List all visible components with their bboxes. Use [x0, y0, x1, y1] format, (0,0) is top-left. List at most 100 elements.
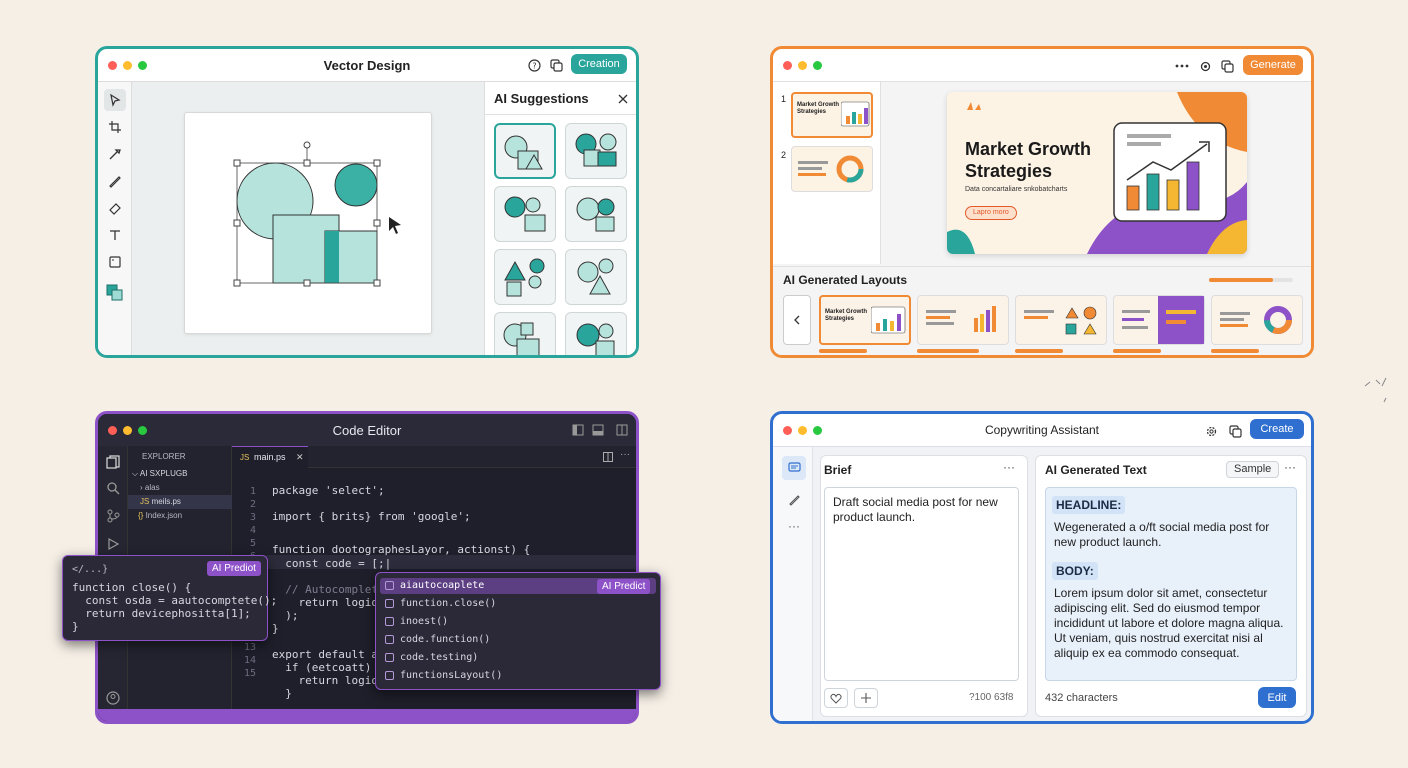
slide-thumbnail[interactable]: Market Growth Strategies — [791, 92, 873, 138]
slides-titlebar: Generate — [773, 49, 1311, 81]
chevron-left-icon[interactable] — [783, 295, 811, 345]
window-title: Code Editor — [332, 422, 402, 438]
ai-predict-badge: AI Predict — [597, 579, 651, 594]
slide-subtitle: Data concartaliare snkobatcharts — [965, 186, 1068, 193]
help-icon[interactable]: ? — [526, 57, 542, 73]
vector-design-window: Vector Design ? Creation AI Suggestions — [95, 46, 639, 358]
copy-sidebar: ··· — [773, 447, 813, 721]
tree-item[interactable]: ⌵ AI SXPLUGB — [132, 469, 187, 479]
edit-button[interactable]: Edit — [1258, 687, 1296, 708]
tree-item[interactable]: JS meils.ps — [140, 497, 181, 506]
suggestion-card[interactable] — [565, 249, 627, 305]
slide-number: 2 — [781, 150, 787, 160]
generated-output[interactable]: HEADLINE: Wegenerated a o/ft social medi… — [1045, 487, 1297, 681]
layout-option[interactable] — [1015, 295, 1107, 345]
tree-item[interactable]: › alas — [140, 483, 160, 492]
windows-icon[interactable] — [1219, 58, 1235, 74]
layout-option[interactable] — [1211, 295, 1303, 345]
search-icon[interactable] — [105, 480, 121, 496]
frame-tool-icon[interactable] — [104, 251, 126, 273]
run-icon[interactable] — [105, 536, 121, 552]
line-number: 3 — [249, 512, 256, 523]
layout-option[interactable] — [917, 295, 1009, 345]
copy-titlebar: Copywriting Assistant Create — [773, 414, 1311, 446]
gear-icon[interactable] — [1203, 423, 1219, 439]
brief-title: Brief — [824, 463, 852, 477]
slide-cta-button[interactable]: Lapro moro — [965, 206, 1017, 220]
suggestion-card[interactable] — [565, 186, 627, 242]
select-tool-icon[interactable] — [104, 89, 126, 111]
more-icon[interactable]: ··· — [1003, 460, 1015, 474]
generate-button[interactable]: Generate — [1243, 55, 1303, 75]
suggestion-card[interactable] — [494, 186, 556, 242]
sparkle-decoration-icon — [1364, 377, 1387, 403]
eyedropper-tool-icon[interactable] — [104, 143, 126, 165]
suggestion-card[interactable] — [494, 249, 556, 305]
code-titlebar: Code Editor — [98, 414, 636, 446]
cube-icon — [385, 617, 394, 626]
cube-icon — [385, 599, 394, 608]
close-icon[interactable]: ✕ — [296, 452, 304, 463]
color-swatch-icon[interactable] — [104, 282, 126, 304]
autocomplete-popup[interactable]: AI Predict aiautocoaplete function.close(… — [375, 572, 661, 690]
split-editor-icon[interactable] — [600, 449, 616, 465]
line-number: 1 — [249, 486, 256, 497]
gear-icon[interactable] — [1197, 58, 1213, 74]
slide-title-line-2: Strategies — [965, 161, 1053, 181]
more-icon[interactable]: ··· — [788, 519, 800, 533]
window-controls[interactable] — [783, 61, 822, 70]
brief-input[interactable]: Draft social media post for new product … — [824, 487, 1019, 681]
cube-icon — [385, 635, 394, 644]
ai-predict-badge: AI Prediot — [207, 561, 261, 576]
artboard[interactable] — [184, 112, 432, 334]
suggestion-card[interactable] — [565, 123, 627, 179]
suggestion-card[interactable] — [494, 312, 556, 355]
slide-thumbnail[interactable] — [791, 146, 873, 192]
vector-workspace: AI Suggestions — [98, 81, 636, 355]
crop-tool-icon[interactable] — [104, 116, 126, 138]
line-number: 2 — [249, 499, 256, 510]
create-button[interactable]: Create — [1250, 419, 1304, 439]
sparkle-icon[interactable] — [854, 688, 878, 708]
slide-number: 1 — [781, 94, 787, 104]
eraser-tool-icon[interactable] — [104, 197, 126, 219]
panel-toggle-icon[interactable] — [590, 422, 606, 438]
windows-icon[interactable] — [548, 57, 564, 73]
ai-suggestions-panel: AI Suggestions — [484, 82, 636, 355]
text-tool-icon[interactable] — [104, 224, 126, 246]
account-icon[interactable] — [105, 690, 121, 706]
vector-titlebar: Vector Design ? Creation — [98, 49, 636, 81]
windows-icon[interactable] — [1227, 423, 1243, 439]
files-icon[interactable] — [105, 454, 121, 470]
tab-main-ps[interactable]: JS main.ps ✕ — [232, 446, 308, 468]
main-slide[interactable]: Market Growth Strategies Data concartali… — [947, 92, 1247, 254]
split-editor-icon[interactable] — [614, 422, 630, 438]
pen-tool-icon[interactable] — [104, 170, 126, 192]
more-icon[interactable]: ··· — [1284, 460, 1296, 474]
generated-title: AI Generated Text — [1045, 463, 1147, 477]
creation-button[interactable]: Creation — [571, 54, 627, 74]
layout-option[interactable] — [1113, 295, 1205, 345]
edit-icon[interactable] — [786, 491, 802, 507]
layout-option[interactable]: Market Growth Strategies — [819, 295, 911, 345]
ai-predict-popup-left[interactable]: </...} AI Prediot function close() { con… — [62, 555, 277, 641]
heart-icon[interactable] — [824, 688, 848, 708]
tree-item[interactable]: {} Index.json — [138, 511, 182, 520]
generated-text-card: AI Generated Text Sample ··· HEADLINE: W… — [1035, 455, 1307, 717]
source-control-icon[interactable] — [105, 508, 121, 524]
close-icon[interactable] — [615, 91, 631, 107]
body-label: BODY: — [1052, 562, 1098, 580]
sample-badge[interactable]: Sample — [1226, 461, 1280, 478]
layout-indicator — [1015, 349, 1063, 353]
sidebar-toggle-icon[interactable] — [570, 422, 586, 438]
suggestion-card[interactable] — [565, 312, 627, 355]
slide-title-line-1: Market Growth — [965, 139, 1092, 159]
cube-icon — [385, 671, 394, 680]
body-text: Lorem ipsum dolor sit amet, consectetur … — [1054, 586, 1284, 660]
suggestion-card[interactable] — [494, 123, 556, 179]
chat-icon[interactable] — [782, 456, 806, 480]
more-icon[interactable]: ··· — [620, 449, 630, 460]
more-icon[interactable] — [1174, 58, 1190, 74]
layout-progress — [1209, 278, 1293, 282]
layout-indicator — [1113, 349, 1161, 353]
